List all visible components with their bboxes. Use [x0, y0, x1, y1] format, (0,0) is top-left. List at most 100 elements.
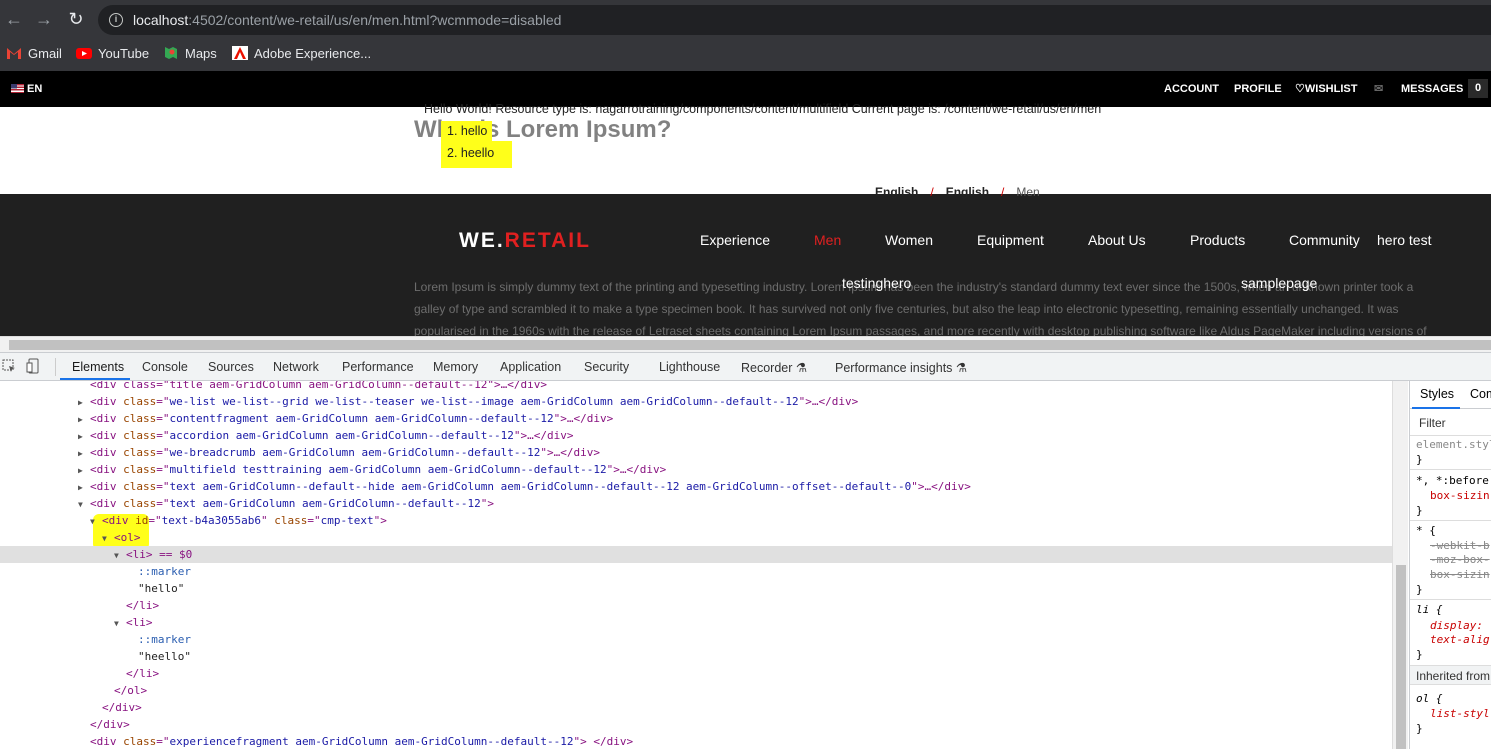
tab-elements[interactable]: Elements	[72, 360, 124, 374]
dom-node[interactable]: ▶ <div class="accordion aem-GridColumn ae…	[0, 427, 1392, 444]
style-rule-selector[interactable]: element.style	[1416, 438, 1491, 452]
address-bar[interactable]: i localhost:4502/content/we-retail/us/en…	[98, 5, 1491, 35]
article-paragraph: galley of type and scrambled it to make …	[414, 302, 1399, 316]
back-icon[interactable]: ←	[4, 9, 24, 29]
language-selector[interactable]: EN	[11, 82, 42, 96]
browser-toolbar: ← → ↻ i localhost:4502/content/we-retail…	[0, 0, 1491, 38]
style-rule-selector[interactable]: * {	[1416, 524, 1436, 538]
main-navigation: Lorem Ipsum is simply dummy text of the …	[0, 194, 1491, 336]
account-link[interactable]: ACCOUNT	[1164, 82, 1219, 96]
tab-sources[interactable]: Sources	[208, 360, 254, 374]
nav-products[interactable]: Products	[1190, 232, 1245, 248]
tab-application[interactable]: Application	[500, 360, 561, 374]
scrollbar-thumb[interactable]	[1396, 565, 1406, 749]
breadcrumb-item[interactable]: English	[875, 185, 918, 199]
dom-text-node[interactable]: "heello"	[0, 648, 1392, 665]
heart-icon: ♡	[1295, 83, 1305, 95]
dom-node[interactable]: <div class="experiencefragment aem-GridC…	[0, 733, 1392, 749]
messages-link[interactable]: MESSAGES	[1401, 82, 1463, 96]
dom-node[interactable]: ▶ <div class="text aem-GridColumn--defaul…	[0, 478, 1392, 495]
style-rule-selector[interactable]: *, *:before,	[1416, 474, 1491, 488]
style-rule-selector[interactable]: ol {	[1416, 692, 1443, 706]
dom-node[interactable]: ::marker	[0, 563, 1392, 580]
style-rule-selector[interactable]: li {	[1416, 603, 1443, 617]
profile-link[interactable]: PROFILE	[1234, 82, 1282, 96]
tab-performance[interactable]: Performance	[342, 360, 414, 374]
nav-samplepage[interactable]: samplepage	[1241, 275, 1317, 291]
dom-node[interactable]: </div>	[0, 699, 1392, 716]
tab-security[interactable]: Security	[584, 360, 629, 374]
breadcrumb-item[interactable]: English	[946, 185, 989, 199]
browser-chrome: ← → ↻ i localhost:4502/content/we-retail…	[0, 0, 1491, 71]
mail-icon: ✉	[1374, 83, 1384, 95]
tab-memory[interactable]: Memory	[433, 360, 478, 374]
inspect-icon[interactable]	[2, 359, 16, 376]
tab-recorder[interactable]: Recorder ⚗	[741, 360, 807, 375]
nav-hero-test[interactable]: hero test	[1377, 232, 1431, 248]
styles-filter-input[interactable]: Filter	[1410, 410, 1491, 436]
nav-experience[interactable]: Experience	[700, 232, 770, 248]
dom-node[interactable]: ::marker	[0, 631, 1392, 648]
tab-styles[interactable]: Styles	[1420, 387, 1454, 401]
page-viewport: What is Lorem Ipsum? EN ACCOUNT PROFILE …	[0, 71, 1491, 336]
breadcrumb: English / English / Men	[875, 185, 1040, 199]
style-property[interactable]: display:	[1430, 619, 1483, 633]
info-icon[interactable]: i	[109, 13, 123, 27]
elements-vertical-scrollbar[interactable]	[1392, 381, 1408, 749]
nav-equipment[interactable]: Equipment	[977, 232, 1044, 248]
dom-text-node[interactable]: "hello"	[0, 580, 1392, 597]
dom-node[interactable]: </li>	[0, 597, 1392, 614]
bookmark-youtube[interactable]: YouTube	[76, 45, 149, 63]
nav-testinghero[interactable]: testinghero	[842, 275, 911, 291]
dom-node[interactable]: ▼ <li>	[0, 614, 1392, 631]
tab-lighthouse[interactable]: Lighthouse	[659, 360, 720, 374]
dom-node[interactable]: ▼ <div class="text aem-GridColumn aem-Gri…	[0, 495, 1392, 512]
dom-node[interactable]: </ol>	[0, 682, 1392, 699]
scrollbar-thumb[interactable]	[9, 340, 1491, 350]
list-item: 2. heello	[441, 141, 512, 168]
we-retail-logo[interactable]: WE.RETAIL	[459, 229, 591, 253]
style-rule-brace: }	[1416, 504, 1423, 517]
nav-women[interactable]: Women	[885, 232, 933, 248]
dom-node-selected[interactable]: ▼ <li> == $0	[0, 546, 1392, 563]
reload-icon[interactable]: ↻	[66, 9, 86, 29]
tab-network[interactable]: Network	[273, 360, 319, 374]
styles-tabbar: Styles Com	[1410, 381, 1491, 409]
forward-icon[interactable]: →	[34, 9, 54, 29]
messages-count-badge: 0	[1468, 79, 1488, 98]
dom-node[interactable]: ▼ <div id="text-b4a3055ab6" class="cmp-te…	[0, 512, 1392, 529]
dom-node[interactable]: </li>	[0, 665, 1392, 682]
style-property[interactable]: box-sizin	[1430, 568, 1490, 582]
page-horizontal-scrollbar[interactable]	[0, 336, 1491, 352]
bookmark-gmail[interactable]: Gmail	[6, 45, 62, 63]
bookmark-adobe[interactable]: Adobe Experience...	[232, 45, 371, 63]
style-property[interactable]: -moz-box-	[1430, 553, 1490, 567]
hello-text: Hello World! Resource type is: nagarrotr…	[424, 102, 1102, 116]
tab-console[interactable]: Console	[142, 360, 188, 374]
nav-men[interactable]: Men	[814, 232, 841, 248]
style-property[interactable]: box-sizin	[1430, 489, 1490, 503]
style-property[interactable]: list-styl	[1430, 707, 1490, 721]
style-property[interactable]: -webkit-b	[1430, 539, 1490, 553]
dom-node[interactable]: ▶ <div class="contentfragment aem-GridCol…	[0, 410, 1392, 427]
dom-node[interactable]: ▶ <div class="we-list we-list--grid we-li…	[0, 393, 1392, 410]
device-toolbar-icon[interactable]	[26, 358, 42, 377]
bookmark-maps[interactable]: Maps	[163, 45, 217, 63]
divider	[1410, 520, 1491, 521]
style-rule-brace: }	[1416, 648, 1423, 661]
dom-node[interactable]: ▼ <ol>	[0, 529, 1392, 546]
tab-performance-insights[interactable]: Performance insights ⚗	[835, 360, 967, 375]
style-property[interactable]: text-alig	[1430, 633, 1490, 647]
tab-computed[interactable]: Com	[1470, 387, 1491, 401]
nav-community[interactable]: Community	[1289, 232, 1360, 248]
wishlist-link[interactable]: ♡WISHLIST	[1295, 82, 1357, 96]
nav-about-us[interactable]: About Us	[1088, 232, 1146, 248]
list-item: 1. hello	[441, 121, 492, 141]
dom-node[interactable]: ▶ <div class="we-breadcrumb aem-GridColum…	[0, 444, 1392, 461]
dom-node[interactable]: <div class="title aem-GridColumn aem-Gri…	[0, 381, 1392, 393]
maps-icon	[163, 46, 179, 60]
divider	[55, 358, 56, 376]
url-text[interactable]: localhost:4502/content/we-retail/us/en/m…	[133, 12, 561, 28]
dom-node[interactable]: ▶ <div class="multifield testtraining aem…	[0, 461, 1392, 478]
dom-node[interactable]: </div>	[0, 716, 1392, 733]
